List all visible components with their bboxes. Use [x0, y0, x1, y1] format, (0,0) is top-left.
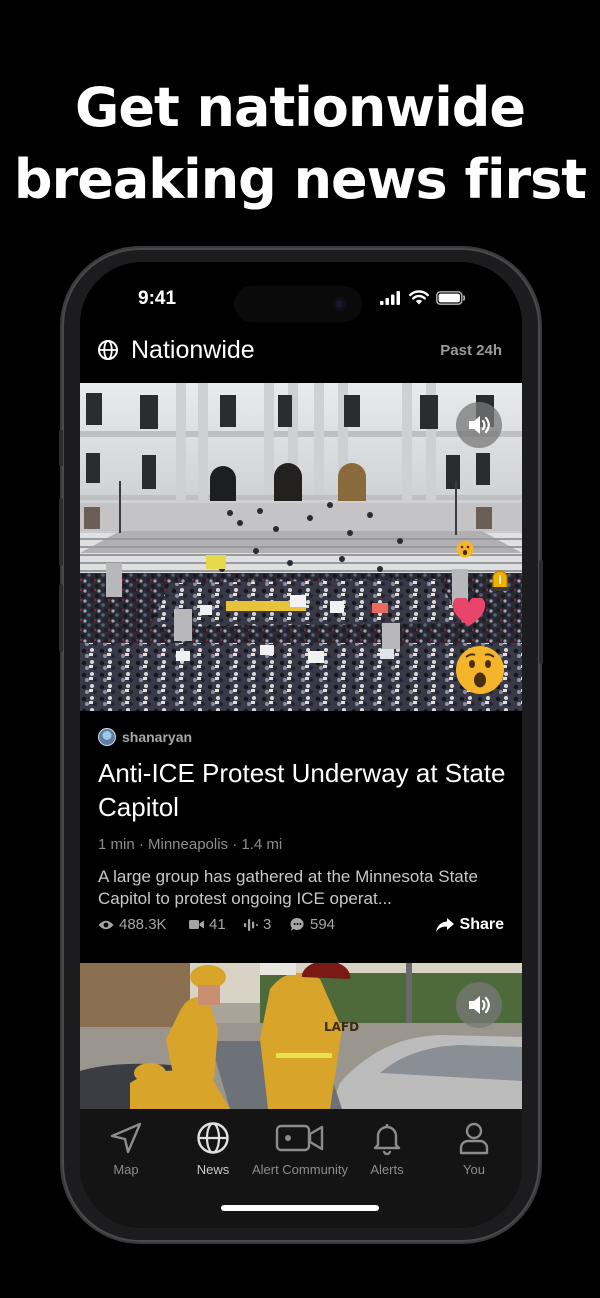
- avatar: [98, 728, 116, 746]
- story-card[interactable]: shanaryan Anti-ICE Protest Underway at S…: [98, 728, 508, 910]
- siren-emoji: [489, 566, 511, 592]
- videos-stat: 41: [189, 916, 226, 933]
- heart-emoji: [453, 598, 485, 628]
- audio-bars-icon: [244, 918, 258, 931]
- story-meta: 1 min · Minneapolis · 1.4 mi: [98, 836, 283, 853]
- tab-label: Alert Community: [251, 1162, 349, 1177]
- status-time: 9:41: [138, 288, 177, 309]
- front-camera: [332, 297, 346, 311]
- volume-down-button: [59, 584, 63, 652]
- feed-title[interactable]: Nationwide: [131, 336, 255, 365]
- feed-header: Nationwide Past 24h: [80, 336, 522, 366]
- mute-toggle-button[interactable]: [456, 982, 502, 1028]
- person-icon: [459, 1122, 489, 1155]
- promo-headline: Get nationwide breaking news first: [0, 72, 600, 216]
- tab-label: Map: [113, 1162, 139, 1177]
- eye-icon: [98, 920, 114, 929]
- tab-map[interactable]: Map: [106, 1121, 146, 1177]
- phone-screen: 9:41 Nationwide Past 24h shanaryan Anti-…: [80, 262, 522, 1228]
- listeners-count: 3: [263, 916, 272, 933]
- speaker-icon: [469, 416, 490, 434]
- promo-headline-line-2: breaking news first: [13, 148, 587, 211]
- comments-count: 594: [310, 916, 336, 933]
- globe-icon: [197, 1122, 229, 1154]
- wifi-icon: [409, 290, 429, 305]
- comments-stat[interactable]: 594: [290, 916, 335, 933]
- dynamic-island: [234, 286, 362, 322]
- views-stat: 488.3K: [98, 916, 167, 933]
- tab-alert-community[interactable]: Alert Community: [245, 1121, 355, 1177]
- astonished-face-emoji: [455, 645, 505, 695]
- share-label: Share: [459, 916, 504, 933]
- views-count: 488.3K: [119, 916, 167, 933]
- home-indicator[interactable]: [221, 1205, 379, 1211]
- share-button[interactable]: Share: [435, 916, 504, 934]
- globe-icon[interactable]: [97, 339, 119, 361]
- battery-icon: [436, 290, 466, 305]
- story-video[interactable]: LAFD: [80, 963, 522, 1109]
- tab-label: News: [196, 1162, 230, 1177]
- author-name: shanaryan: [122, 729, 193, 745]
- mute-toggle-button[interactable]: [456, 402, 502, 448]
- volume-up-button: [59, 498, 63, 566]
- story-video[interactable]: [80, 383, 522, 711]
- power-button: [539, 560, 543, 664]
- tab-label: Alerts: [370, 1162, 404, 1177]
- videos-count: 41: [209, 916, 226, 933]
- tab-alerts[interactable]: Alerts: [367, 1121, 407, 1177]
- story-title[interactable]: Anti-ICE Protest Underway at State Capit…: [98, 756, 508, 824]
- astonished-face-emoji: [456, 540, 474, 558]
- video-camera-icon: [189, 920, 204, 929]
- status-bar: 9:41: [80, 286, 522, 322]
- bell-icon: [373, 1124, 401, 1155]
- time-filter[interactable]: Past 24h: [440, 342, 502, 359]
- tab-label: You: [463, 1162, 485, 1177]
- tab-bar: Map News Alert Community Alerts You: [80, 1109, 522, 1228]
- action-button: [59, 430, 63, 466]
- tab-news[interactable]: News: [193, 1121, 233, 1177]
- location-arrow-icon: [110, 1122, 142, 1154]
- story-summary: A large group has gathered at the Minnes…: [98, 867, 478, 908]
- firefighters-image: LAFD: [80, 963, 522, 1109]
- status-icons: [380, 290, 466, 305]
- cellular-signal-icon: [380, 290, 400, 305]
- share-arrow-icon: [435, 918, 454, 932]
- promo-headline-line-1: Get nationwide: [75, 76, 526, 139]
- video-camera-icon: [275, 1124, 324, 1152]
- helmet-text: LAFD: [324, 1020, 359, 1034]
- speaker-icon: [469, 996, 490, 1014]
- story-author[interactable]: shanaryan: [98, 728, 508, 746]
- comment-bubble-icon: [290, 917, 304, 931]
- story-stats: 488.3K 41 3 594 Share: [98, 916, 504, 938]
- listeners-stat: 3: [244, 916, 271, 933]
- tab-you[interactable]: You: [454, 1121, 494, 1177]
